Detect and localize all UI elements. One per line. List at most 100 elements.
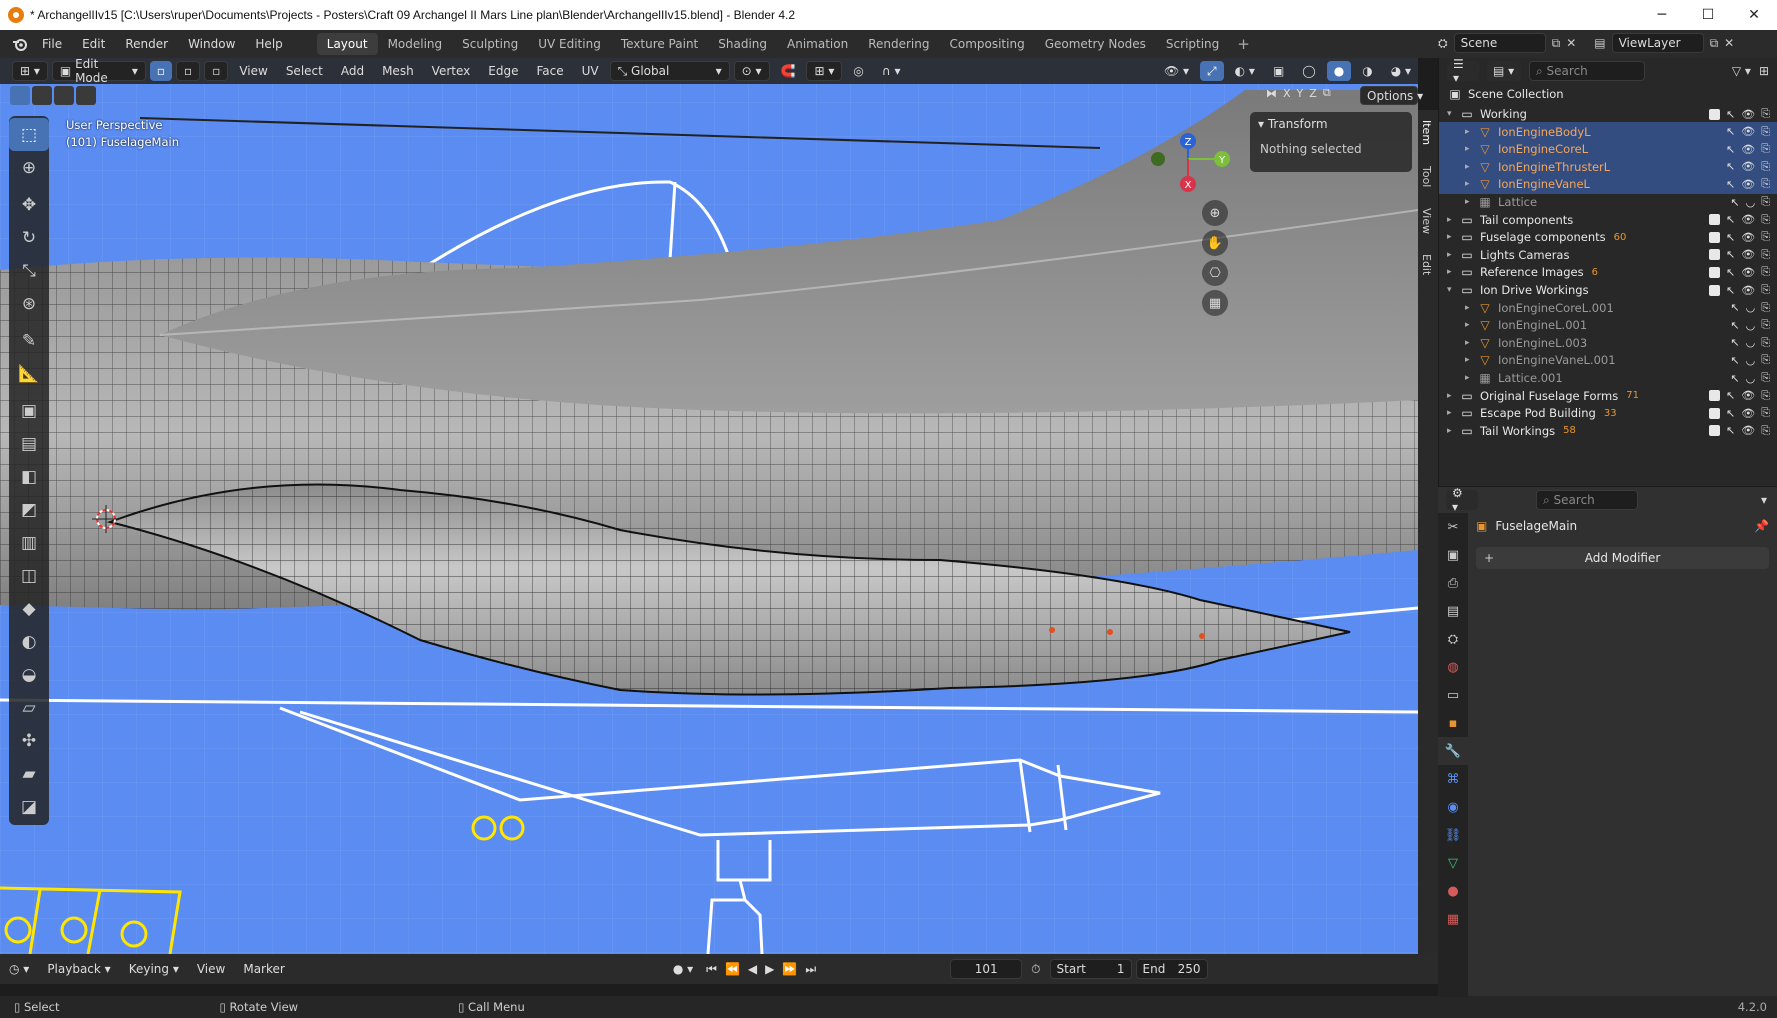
render-toggle-icon[interactable]: ⎘ bbox=[1761, 107, 1770, 121]
jump-start-button[interactable]: ⏮ bbox=[702, 962, 721, 977]
maximize-button[interactable]: ☐ bbox=[1685, 0, 1731, 30]
play-button[interactable]: ▶ bbox=[761, 962, 778, 976]
tab-sculpting[interactable]: Sculpting bbox=[452, 33, 528, 55]
select-toggle-icon[interactable]: ↖ bbox=[1726, 424, 1735, 437]
menu-render[interactable]: Render bbox=[115, 37, 178, 51]
proportional-edit-icon[interactable]: ◎ bbox=[846, 61, 870, 81]
visibility-toggle-icon[interactable]: 👁 bbox=[1741, 407, 1755, 420]
exclude-checkbox[interactable] bbox=[1709, 214, 1720, 226]
select-toggle-icon[interactable]: ↖ bbox=[1726, 266, 1735, 279]
cursor-tool[interactable]: ⊕ bbox=[9, 151, 49, 184]
collection-tab-icon[interactable]: ▭ bbox=[1438, 681, 1468, 709]
select-toggle-icon[interactable]: ↖ bbox=[1726, 125, 1735, 138]
expand-right-icon[interactable]: ▸ bbox=[1447, 232, 1459, 242]
output-tab-icon[interactable]: ⎙ bbox=[1438, 569, 1468, 597]
close-button[interactable]: ✕ bbox=[1731, 0, 1777, 30]
inset-tool[interactable]: ◧ bbox=[9, 460, 49, 493]
display-mode-button[interactable]: ▤ ▾ bbox=[1487, 61, 1521, 81]
timeline-editor-icon[interactable]: ◷ ▾ bbox=[0, 962, 38, 976]
mirror-z-toggle[interactable]: Z bbox=[1309, 87, 1317, 100]
visibility-toggle-icon[interactable]: 👁 bbox=[1741, 424, 1755, 437]
spin-tool[interactable]: ◐ bbox=[9, 625, 49, 658]
tab-rendering[interactable]: Rendering bbox=[858, 33, 939, 55]
select-toggle-icon[interactable]: ↖ bbox=[1726, 389, 1735, 402]
tab-compositing[interactable]: Compositing bbox=[939, 33, 1034, 55]
add-cube-tool[interactable]: ▣ bbox=[9, 394, 49, 427]
exclude-checkbox[interactable] bbox=[1709, 249, 1720, 261]
properties-search[interactable]: ⌕ Search bbox=[1536, 490, 1638, 510]
expand-right-icon[interactable]: ▸ bbox=[1447, 215, 1459, 225]
render-toggle-icon[interactable]: ⎘ bbox=[1761, 177, 1770, 191]
select-toggle-icon[interactable]: ↖ bbox=[1730, 372, 1739, 385]
knife-tool[interactable]: ◫ bbox=[9, 559, 49, 592]
prev-keyframe-button[interactable]: ⏪ bbox=[721, 962, 744, 976]
outliner-editor-icon[interactable]: ☰ ▾ bbox=[1447, 57, 1479, 85]
menu-playback[interactable]: Playback ▾ bbox=[38, 962, 119, 976]
select-toggle-icon[interactable]: ↖ bbox=[1730, 301, 1739, 314]
add-workspace-button[interactable]: + bbox=[1229, 35, 1258, 53]
render-toggle-icon[interactable]: ⎘ bbox=[1761, 265, 1770, 279]
frame-end-field[interactable]: End 250 bbox=[1135, 959, 1208, 979]
rendered-shading-button[interactable]: ◕ ▾ bbox=[1384, 61, 1418, 81]
visibility-toggle-icon[interactable]: 👁 bbox=[1741, 213, 1755, 226]
exclude-checkbox[interactable] bbox=[1709, 266, 1720, 278]
extrude-tool[interactable]: ▤ bbox=[9, 427, 49, 460]
expand-right-icon[interactable]: ▸ bbox=[1447, 250, 1459, 260]
scene-tab-icon[interactable]: ⛭ bbox=[1438, 625, 1468, 653]
select-new-button[interactable] bbox=[10, 86, 30, 105]
exclude-checkbox[interactable] bbox=[1709, 108, 1720, 120]
xray-toggle-button[interactable]: ▣ bbox=[1266, 61, 1291, 81]
expand-right-icon[interactable]: ▸ bbox=[1465, 373, 1477, 383]
shrink-fatten-tool[interactable]: ✣ bbox=[9, 724, 49, 757]
mirror-x-toggle[interactable]: X bbox=[1283, 87, 1291, 100]
menu-view[interactable]: View bbox=[232, 61, 274, 81]
expand-right-icon[interactable]: ▸ bbox=[1465, 127, 1477, 137]
menu-timeline-view[interactable]: View bbox=[188, 962, 234, 976]
tab-view[interactable]: View bbox=[1420, 208, 1433, 234]
menu-select[interactable]: Select bbox=[279, 61, 330, 81]
frame-start-field[interactable]: Start 1 bbox=[1049, 959, 1132, 979]
mode-dropdown[interactable]: ▣ Edit Mode ▾ bbox=[51, 57, 146, 85]
tab-texture-paint[interactable]: Texture Paint bbox=[611, 33, 708, 55]
menu-face[interactable]: Face bbox=[529, 61, 570, 81]
texture-tab-icon[interactable]: ▦ bbox=[1438, 905, 1468, 933]
camera-view-icon[interactable]: ⎔ bbox=[1202, 260, 1228, 286]
data-tab-icon[interactable]: ▽ bbox=[1438, 849, 1468, 877]
properties-editor-icon[interactable]: ⚙ ▾ bbox=[1446, 486, 1478, 514]
visibility-toggle-icon[interactable]: ◡ bbox=[1746, 336, 1756, 349]
exclude-checkbox[interactable] bbox=[1709, 425, 1720, 437]
smooth-tool[interactable]: ◒ bbox=[9, 658, 49, 691]
render-toggle-icon[interactable]: ⎘ bbox=[1761, 353, 1770, 367]
tab-uv-editing[interactable]: UV Editing bbox=[528, 33, 611, 55]
visibility-toggle-icon[interactable]: ◡ bbox=[1746, 301, 1756, 314]
scale-tool[interactable]: ⤡ bbox=[9, 254, 49, 287]
visibility-toggle-icon[interactable]: 👁 bbox=[1741, 178, 1755, 191]
rotate-tool[interactable]: ↻ bbox=[9, 221, 49, 254]
select-subtract-button[interactable] bbox=[54, 86, 74, 105]
render-toggle-icon[interactable]: ⎘ bbox=[1761, 142, 1770, 156]
transform-tool[interactable]: ⊛ bbox=[9, 287, 49, 320]
menu-add[interactable]: Add bbox=[334, 61, 371, 81]
options-dropdown[interactable]: Options ▾ bbox=[1360, 86, 1423, 105]
outliner-search[interactable]: ⌕ Search bbox=[1529, 61, 1645, 81]
panel-collapse-icon[interactable]: ▾ bbox=[1258, 117, 1268, 131]
menu-vertex[interactable]: Vertex bbox=[425, 61, 478, 81]
add-modifier-button[interactable]: + Add Modifier bbox=[1476, 547, 1769, 569]
select-toggle-icon[interactable]: ↖ bbox=[1726, 248, 1735, 261]
visibility-toggle-icon[interactable]: 👁 bbox=[1741, 248, 1755, 261]
menu-marker[interactable]: Marker bbox=[234, 962, 293, 976]
topology-mirror-icon[interactable]: ⧉ bbox=[1323, 86, 1331, 100]
modifier-tab-icon[interactable]: 🔧 bbox=[1438, 737, 1468, 765]
tab-item[interactable]: Item bbox=[1420, 120, 1433, 145]
constraints-tab-icon[interactable]: ⛓ bbox=[1438, 821, 1468, 849]
select-extend-button[interactable] bbox=[32, 86, 52, 105]
tab-layout[interactable]: Layout bbox=[316, 33, 378, 55]
tab-tool[interactable]: Tool bbox=[1420, 166, 1433, 187]
jump-end-button[interactable]: ⏭ bbox=[801, 962, 820, 977]
visibility-toggle-icon[interactable]: 👁 bbox=[1741, 284, 1755, 297]
render-toggle-icon[interactable]: ⎘ bbox=[1761, 125, 1770, 139]
pivot-point-button[interactable]: ⊙ ▾ bbox=[733, 61, 770, 81]
expand-right-icon[interactable]: ▸ bbox=[1465, 162, 1477, 172]
visibility-toggle-icon[interactable]: ◡ bbox=[1746, 319, 1756, 332]
render-toggle-icon[interactable]: ⎘ bbox=[1761, 301, 1770, 315]
